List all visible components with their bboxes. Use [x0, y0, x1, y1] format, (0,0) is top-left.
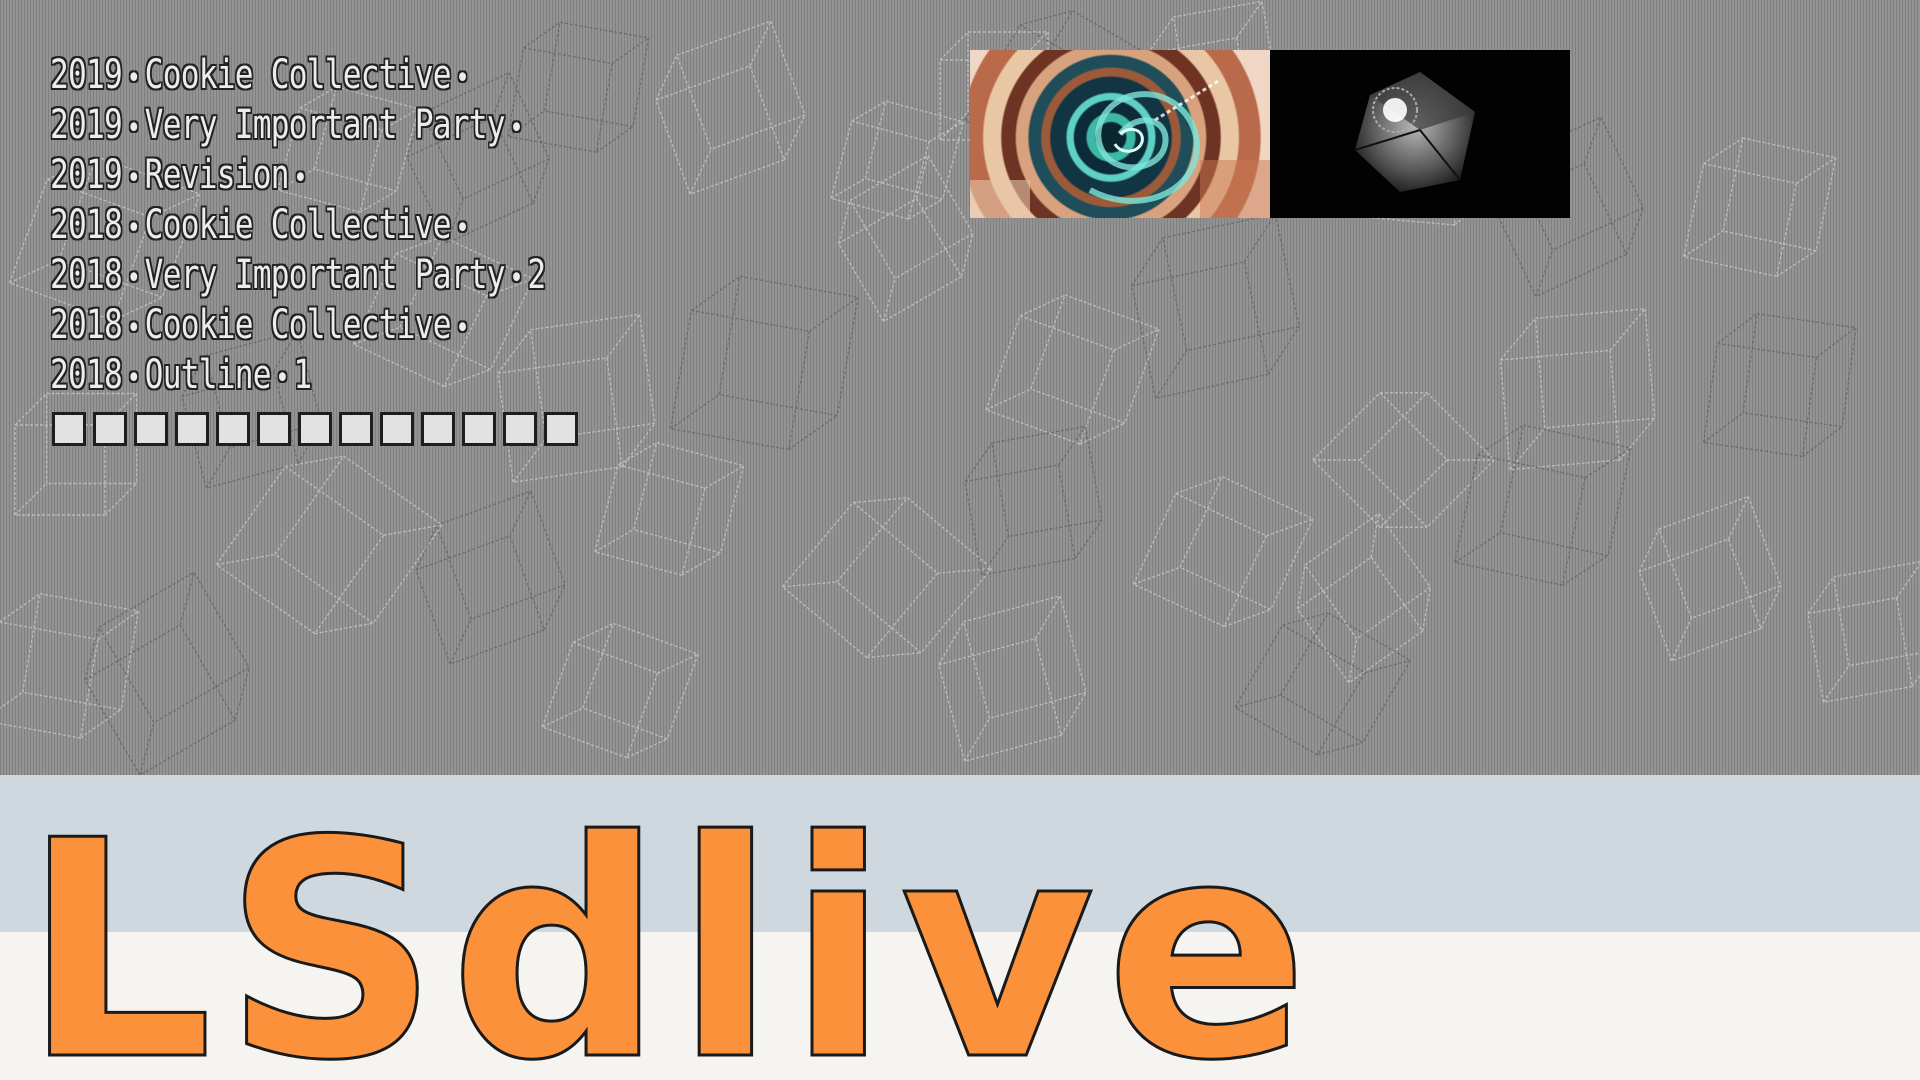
- progress-square: [175, 412, 209, 446]
- progress-square: [298, 412, 332, 446]
- progress-square: [421, 412, 455, 446]
- progress-square: [134, 412, 168, 446]
- progress-square: [339, 412, 373, 446]
- event-year: 2019: [50, 152, 123, 198]
- bullet-separator: •: [509, 111, 523, 146]
- wireframe-cube: [781, 496, 993, 659]
- wireframe-cube: [1132, 475, 1314, 628]
- wireframe-cube: [83, 571, 251, 775]
- event-place: 2: [527, 252, 546, 298]
- bullet-separator: •: [455, 211, 469, 246]
- wireframe-cube: [1130, 213, 1301, 400]
- progress-squares: [52, 412, 578, 446]
- event-party: Cookie Collective: [144, 52, 452, 98]
- wireframe-cube: [1311, 391, 1496, 529]
- event-year: 2018: [50, 302, 123, 348]
- bullet-separator: •: [275, 361, 289, 396]
- wireframe-cube: [669, 275, 859, 451]
- wireframe-cube: [541, 622, 699, 759]
- event-place: 1: [293, 352, 312, 398]
- event-list-item: 2019 • Revision •: [50, 150, 545, 200]
- progress-square: [503, 412, 537, 446]
- bullet-separator: •: [126, 61, 141, 96]
- bullet-separator: •: [126, 361, 141, 396]
- wireframe-cube: [1807, 560, 1920, 703]
- progress-square: [257, 412, 291, 446]
- wireframe-cube: [594, 441, 745, 576]
- event-year: 2019: [50, 102, 123, 148]
- wireframe-cube: [1453, 424, 1632, 587]
- event-year: 2018: [50, 352, 123, 398]
- wireframe-cube: [0, 592, 140, 739]
- wireframe-cube: [1499, 307, 1656, 471]
- stage: 2019 • Cookie Collective • 2019 • Very Importa…: [0, 0, 1920, 1080]
- spiral-image: [970, 78, 1270, 218]
- progress-square: [216, 412, 250, 446]
- thumbnail-fractal-spiral: [970, 50, 1270, 218]
- bullet-separator: •: [455, 61, 469, 96]
- event-list-item: 2018 • Cookie Collective •: [50, 300, 545, 350]
- bullet-separator: •: [126, 261, 141, 296]
- event-list-item: 2019 • Cookie Collective •: [50, 50, 545, 100]
- wireframe-cube: [830, 100, 965, 220]
- progress-square: [380, 412, 414, 446]
- event-year: 2018: [50, 252, 123, 298]
- event-list-item: 2018 • Very Important Party • 2: [50, 250, 546, 300]
- event-year: 2019: [50, 52, 123, 98]
- event-party: Revision: [144, 152, 290, 198]
- wireframe-cube: [937, 595, 1087, 763]
- bullet-separator: •: [126, 211, 141, 246]
- event-party: Cookie Collective: [144, 202, 452, 248]
- bullet-separator: •: [126, 161, 141, 196]
- wireframe-cube: [1296, 512, 1432, 684]
- event-list-item: 2019 • Very Important Party •: [50, 100, 545, 150]
- wireframe-cube: [964, 425, 1103, 576]
- event-list: 2019 • Cookie Collective • 2019 • Very Importa…: [50, 50, 685, 400]
- progress-square: [462, 412, 496, 446]
- event-party: Cookie Collective: [144, 302, 452, 348]
- wireframe-cube: [1234, 611, 1412, 756]
- dark-cube-image: [1354, 72, 1475, 192]
- progress-square: [93, 412, 127, 446]
- event-party: Very Important Party: [144, 252, 506, 298]
- progress-square: [52, 412, 86, 446]
- bullet-separator: •: [455, 311, 469, 346]
- logo-text: LSdlive: [22, 815, 1319, 1080]
- wireframe-cube: [1702, 312, 1857, 458]
- wireframe-cube: [985, 294, 1160, 445]
- wireframe-cube: [215, 455, 444, 635]
- bullet-separator: •: [293, 161, 307, 196]
- logo: LSdlive: [21, 815, 1319, 1080]
- progress-square: [544, 412, 578, 446]
- thumbnail-dark-cube: [1270, 50, 1570, 218]
- bullet-separator: •: [126, 311, 141, 346]
- event-year: 2018: [50, 202, 123, 248]
- event-list-item: 2018 • Cookie Collective •: [50, 200, 545, 250]
- wireframe-cube: [1638, 495, 1782, 662]
- wireframe-cube: [837, 154, 974, 323]
- event-party: Very Important Party: [144, 102, 506, 148]
- wireframe-cube: [1682, 137, 1837, 278]
- event-list-item: 2018 • Outline • 1: [50, 350, 545, 400]
- bullet-separator: •: [509, 261, 523, 296]
- event-party: Outline: [144, 352, 272, 398]
- bullet-separator: •: [126, 111, 141, 146]
